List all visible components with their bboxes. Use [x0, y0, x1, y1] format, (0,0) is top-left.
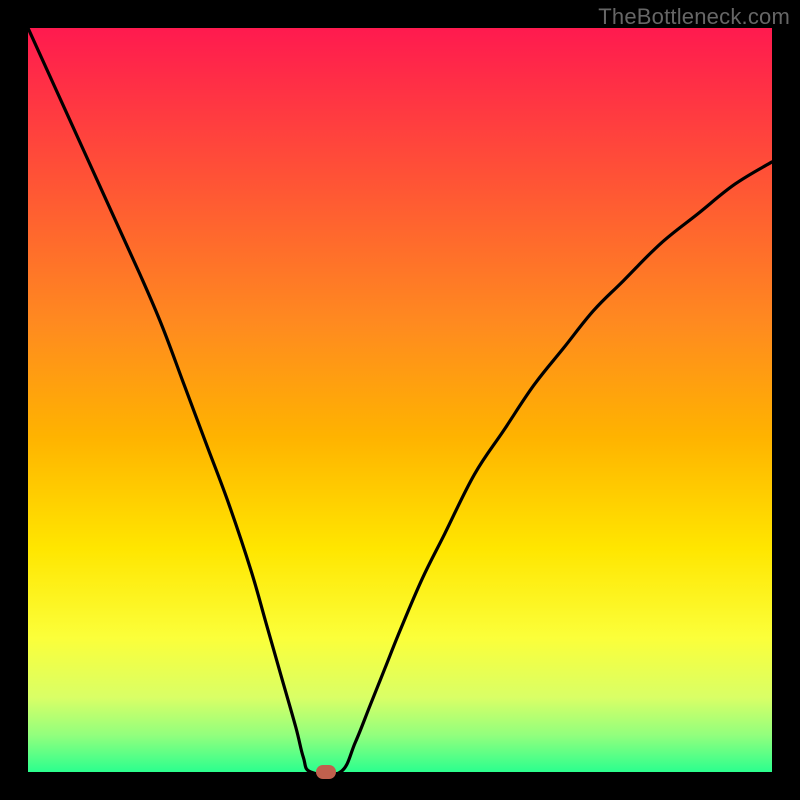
plot-area [28, 28, 772, 772]
watermark-text: TheBottleneck.com [598, 4, 790, 30]
gradient-rect [28, 28, 772, 772]
optimum-marker [316, 765, 336, 779]
chart-svg [28, 28, 772, 772]
chart-frame: TheBottleneck.com [0, 0, 800, 800]
